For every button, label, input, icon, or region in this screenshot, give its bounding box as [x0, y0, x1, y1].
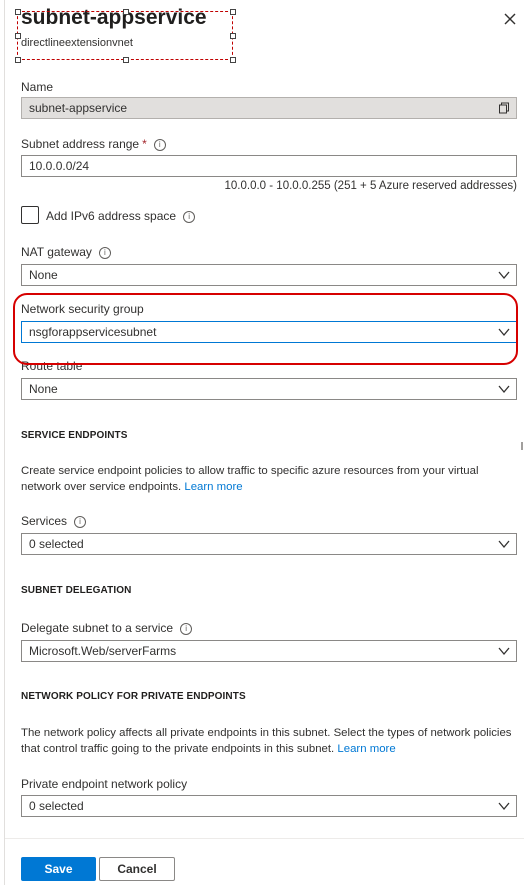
private-endpoint-policy-select[interactable]: 0 selected — [21, 795, 517, 817]
nat-gateway-label-text: NAT gateway — [21, 245, 92, 259]
service-endpoints-heading: SERVICE ENDPOINTS — [21, 430, 128, 441]
selection-handle — [230, 9, 236, 15]
delegation-value: Microsoft.Web/serverFarms — [29, 644, 177, 658]
info-icon[interactable]: i — [98, 247, 111, 259]
footer-divider — [5, 838, 524, 839]
services-label: Services i — [21, 514, 87, 528]
private-endpoints-description: The network policy affects all private e… — [21, 725, 521, 757]
delegation-label-text: Delegate subnet to a service — [21, 621, 174, 635]
route-table-value: None — [29, 382, 58, 396]
info-icon[interactable]: i — [74, 516, 87, 528]
selection-handle — [15, 9, 21, 15]
chevron-down-icon — [498, 385, 510, 394]
selection-box — [17, 11, 233, 60]
selection-handle — [15, 57, 21, 63]
selection-handle — [123, 57, 129, 63]
panel-left-border — [4, 0, 5, 885]
close-icon[interactable] — [500, 9, 520, 29]
address-range-label: Subnet address range * i — [21, 137, 166, 151]
learn-more-link[interactable]: Learn more — [184, 481, 242, 493]
info-icon[interactable]: i — [183, 211, 196, 223]
ipv6-checkbox[interactable] — [21, 206, 39, 224]
info-icon[interactable]: i — [180, 623, 193, 635]
learn-more-link[interactable]: Learn more — [337, 743, 395, 755]
private-endpoints-text: The network policy affects all private e… — [21, 727, 512, 755]
private-endpoint-policy-label: Private endpoint network policy — [21, 777, 188, 791]
copy-icon[interactable] — [498, 102, 510, 114]
info-icon[interactable]: i — [153, 139, 166, 151]
services-value: 0 selected — [29, 537, 84, 551]
chevron-down-icon — [498, 802, 510, 811]
name-value: subnet-appservice — [29, 101, 128, 115]
services-label-text: Services — [21, 514, 68, 528]
selection-handle — [15, 33, 21, 39]
address-range-hint: 10.0.0.0 - 10.0.0.255 (251 + 5 Azure res… — [224, 180, 517, 192]
ipv6-label-text: Add IPv6 address space — [46, 209, 177, 223]
delegation-label: Delegate subnet to a service i — [21, 621, 193, 635]
selection-handle — [123, 9, 129, 15]
chevron-down-icon — [498, 540, 510, 549]
nat-gateway-label: NAT gateway i — [21, 245, 111, 259]
address-range-value: 10.0.0.0/24 — [29, 159, 90, 173]
route-table-select[interactable]: None — [21, 378, 517, 400]
nat-gateway-value: None — [29, 268, 58, 282]
highlight-annotation — [13, 293, 518, 365]
selection-handle — [230, 57, 236, 63]
chevron-down-icon — [498, 271, 510, 280]
private-endpoint-policy-value: 0 selected — [29, 799, 84, 813]
services-select[interactable]: 0 selected — [21, 533, 517, 555]
nat-gateway-select[interactable]: None — [21, 264, 517, 286]
service-endpoints-description: Create service endpoint policies to allo… — [21, 463, 521, 495]
delegation-select[interactable]: Microsoft.Web/serverFarms — [21, 640, 517, 662]
selection-handle — [230, 33, 236, 39]
save-button[interactable]: Save — [21, 857, 96, 881]
name-label: Name — [21, 80, 54, 94]
scrollbar[interactable] — [521, 442, 523, 450]
address-range-input[interactable]: 10.0.0.0/24 — [21, 155, 517, 177]
service-endpoints-text: Create service endpoint policies to allo… — [21, 465, 479, 493]
chevron-down-icon — [498, 647, 510, 656]
address-range-label-text: Subnet address range — [21, 137, 140, 151]
cancel-button[interactable]: Cancel — [99, 857, 175, 881]
subnet-delegation-heading: SUBNET DELEGATION — [21, 585, 132, 596]
ipv6-label: Add IPv6 address space i — [46, 209, 196, 223]
required-marker: * — [142, 137, 147, 151]
name-field[interactable]: subnet-appservice — [21, 97, 517, 119]
private-endpoints-heading: NETWORK POLICY FOR PRIVATE ENDPOINTS — [21, 691, 246, 702]
